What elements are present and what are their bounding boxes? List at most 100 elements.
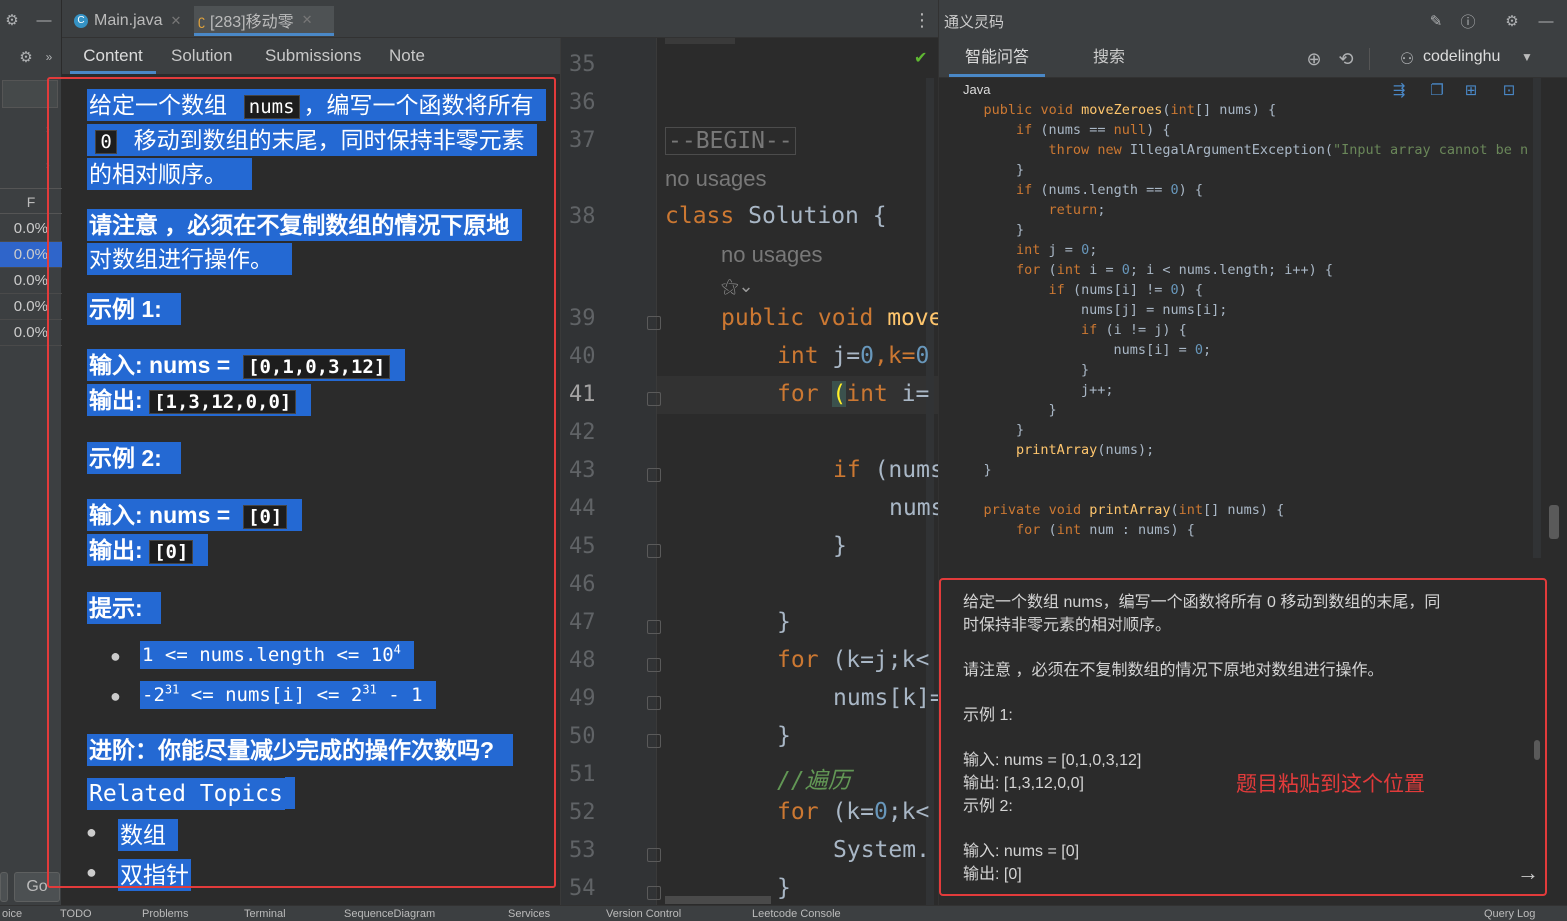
code-line: printArray(nums); <box>1016 442 1155 458</box>
line-number: 49 <box>569 686 596 711</box>
fold-icon[interactable] <box>647 696 661 710</box>
ai-assistant-panel: 通义灵码 ✎ ⓘ ⚙ — 智能问答 搜索 ⊕ ⟲ ⚇ codelinghu ▼ … <box>938 0 1567 905</box>
tool-window-button[interactable]: Services <box>508 908 550 920</box>
help-icon[interactable]: ⓘ <box>1457 10 1479 32</box>
close-icon[interactable]: ✕ <box>170 13 181 29</box>
input-text-line: 给定一个数组 nums，编写一个函数将所有 0 移动到数组的末尾，同 <box>963 594 1441 611</box>
close-icon[interactable]: ✕ <box>302 12 313 28</box>
usage-hint: no usages <box>665 166 767 191</box>
tab-leetcode-problem[interactable]: ʗ [283]移动零 ✕ <box>194 6 334 36</box>
expand-icon[interactable]: » <box>40 46 58 68</box>
fold-icon[interactable] <box>647 544 661 558</box>
input-text-line: 输入: nums = [0] <box>963 843 1080 860</box>
line-number: 37 <box>569 128 596 153</box>
tab-qa[interactable]: 智能问答 <box>949 40 1045 77</box>
code-line: private void printArray(int[] nums) { <box>983 502 1285 518</box>
code-line: if (i != j) { <box>1081 322 1187 338</box>
code-line: if (nums == null) { <box>1016 122 1171 138</box>
code-line-53: System. <box>833 837 930 863</box>
input-text-line: 示例 1: <box>963 707 1013 724</box>
username[interactable]: codelinghu <box>1423 48 1500 66</box>
code-line: nums[j] = nums[i]; <box>951 302 1228 318</box>
line-number: 50 <box>569 724 596 749</box>
tool-window-button[interactable]: Version Control <box>606 908 681 920</box>
line-number: 48 <box>569 648 596 673</box>
tab-search[interactable]: 搜索 <box>1093 40 1125 77</box>
leetcode-icon: ʗ <box>198 11 205 28</box>
diff-icon[interactable]: ⊡ <box>1499 80 1519 100</box>
code-line: for (int num : nums) { <box>1016 522 1195 538</box>
chevron-down-icon[interactable]: ▼ <box>1521 50 1533 64</box>
tab-content[interactable]: Content <box>70 38 156 74</box>
chat-input-box[interactable]: 给定一个数组 nums，编写一个函数将所有 0 移动到数组的末尾，同 时保持非零元… <box>939 578 1547 896</box>
copy-icon[interactable]: ❐ <box>1427 80 1447 100</box>
scrollbar-thumb[interactable] <box>1549 505 1559 539</box>
more-options-icon[interactable]: ⋮ <box>913 10 931 31</box>
minimize-icon[interactable]: — <box>1535 10 1557 32</box>
line-number: 42 <box>569 420 596 445</box>
input-text-line: 输入: nums = [0,1,0,3,12] <box>963 752 1142 769</box>
edit-icon[interactable]: ✎ <box>1425 10 1447 32</box>
tool-window-button[interactable]: SequenceDiagram <box>344 908 435 920</box>
fold-icon[interactable] <box>647 392 661 406</box>
status-item[interactable]: oice <box>2 908 22 920</box>
tool-window-button[interactable]: Query Log <box>1484 908 1535 920</box>
gear-icon[interactable]: ⚙ <box>1501 10 1523 32</box>
settings-icon[interactable]: ⚙ <box>14 46 38 68</box>
code-line: throw new IllegalArgumentException("Inpu… <box>1048 142 1529 158</box>
code-line-45: } <box>833 533 847 559</box>
user-icon: ⚇ <box>1399 51 1415 68</box>
code-line-40: int j=0,k=0 <box>777 343 930 369</box>
line-number: 36 <box>569 90 596 115</box>
tool-window-button[interactable]: Problems <box>142 908 188 920</box>
problem-subtabs: Content Solution Submissions Note <box>62 38 560 74</box>
line-number: 39 <box>569 306 596 331</box>
insert-code-icon[interactable]: ⇶ <box>1389 80 1409 100</box>
fold-icon[interactable] <box>647 468 661 482</box>
ai-panel-title: 通义灵码 <box>944 14 1005 31</box>
tab-solution[interactable]: Solution <box>171 38 232 74</box>
line-number: 43 <box>569 458 596 483</box>
code-line: } <box>951 422 1025 438</box>
code-line: } <box>951 362 1090 378</box>
tool-window-bar: oice TODO Problems Terminal SequenceDiagram S… <box>0 905 1567 921</box>
input-text-line: 示例 2: <box>963 798 1013 815</box>
fold-icon[interactable] <box>647 848 661 862</box>
gear-icon[interactable]: ⚙ <box>0 8 24 32</box>
fold-icon[interactable] <box>647 620 661 634</box>
ai-assist-icon[interactable]: ⚝⌄ <box>721 276 754 297</box>
generated-code-block: Java ⇶ ❐ ⊞ ⊡ public void moveZeroes(int[… <box>939 78 1551 558</box>
code-line-47: } <box>777 609 791 635</box>
new-file-icon[interactable]: ⊞ <box>1461 80 1481 100</box>
fold-icon[interactable] <box>647 658 661 672</box>
code-line: } <box>951 462 992 478</box>
line-number: 51 <box>569 762 596 787</box>
fold-icon[interactable] <box>647 886 661 900</box>
line-number: 40 <box>569 344 596 369</box>
input-text-line: 输出: [0] <box>963 866 1022 883</box>
code-content: public void moveZeroes(int[] nums) { if … <box>951 102 1529 558</box>
tool-window-button[interactable]: Terminal <box>244 908 286 920</box>
input-text-line: 输出: [1,3,12,0,0] <box>963 775 1084 792</box>
input-text-line: 请注意 ，必须在不复制数组的情况下原地对数组进行操作。 <box>963 662 1384 679</box>
side-button[interactable] <box>0 872 8 902</box>
tab-main-java[interactable]: C Main.java ✕ <box>70 6 185 36</box>
tab-submissions[interactable]: Submissions <box>265 38 361 74</box>
minimize-icon[interactable]: — <box>32 8 56 32</box>
tool-window-button[interactable]: Leetcode Console <box>752 908 841 920</box>
horizontal-scrollbar[interactable] <box>665 896 771 904</box>
fold-icon[interactable] <box>647 316 661 330</box>
code-line-48: for (k=j;k< <box>777 647 930 673</box>
send-icon[interactable]: → <box>1517 860 1539 886</box>
new-chat-icon[interactable]: ⊕ <box>1303 48 1325 70</box>
tool-window-button[interactable]: TODO <box>60 908 92 920</box>
code-language: Java <box>963 82 991 97</box>
highlight-box <box>47 77 556 888</box>
code-line: if (nums[i] != 0) { <box>1048 282 1204 298</box>
code-line: } <box>951 222 1025 238</box>
code-editor[interactable]: ✔ 35 36 37 38 39 40 41 42 43 44 45 46 47 48 49 50 51 52 53… <box>560 38 944 905</box>
fold-icon[interactable] <box>647 734 661 748</box>
history-icon[interactable]: ⟲ <box>1335 48 1357 70</box>
tab-note[interactable]: Note <box>389 38 425 74</box>
check-icon: ✔ <box>914 50 928 67</box>
